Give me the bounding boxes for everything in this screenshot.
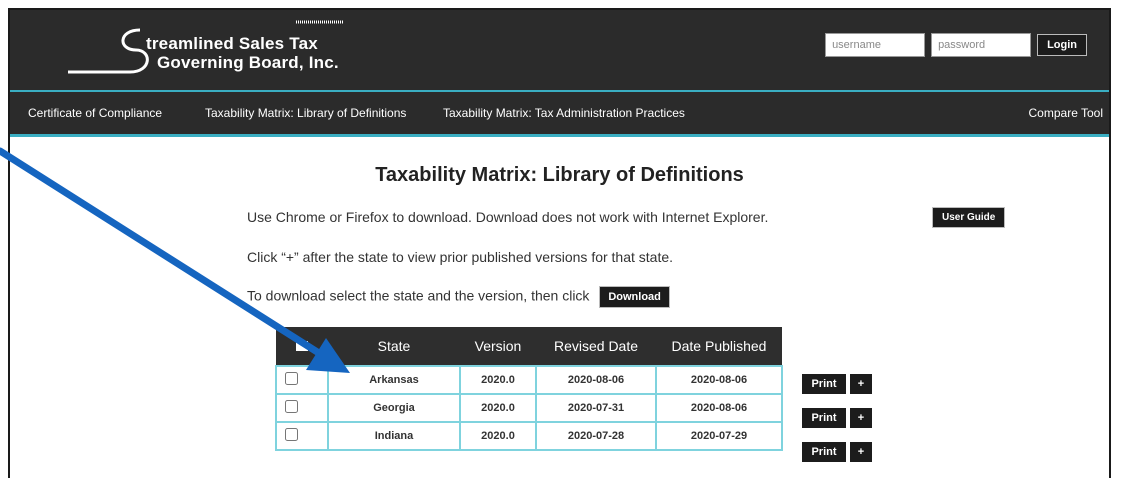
site-header: treamlined Sales Tax Governing Board, In… [10,10,1109,90]
expand-versions-button[interactable]: + [850,442,872,462]
select-all-header[interactable] [276,327,328,366]
cell-revised-date: 2020-07-31 [535,393,657,423]
row-checkbox[interactable] [284,400,298,413]
nav-tax-administration-practices[interactable]: Taxability Matrix: Tax Administration Pr… [443,106,685,120]
main-nav: Certificate of Compliance Taxability Mat… [10,90,1109,137]
logo-line-2: Governing Board, Inc. [157,53,339,72]
download-button[interactable]: Download [599,286,670,308]
cell-version: 2020.0 [459,421,537,451]
header-date-published: Date Published [656,327,782,366]
row-actions: Print + [802,408,872,428]
print-button[interactable]: Print [802,374,846,394]
password-input[interactable] [931,33,1032,57]
cell-revised-date: 2020-08-06 [535,365,657,395]
cell-version: 2020.0 [459,393,537,423]
expand-versions-button[interactable]: + [850,408,872,428]
page-title: Taxability Matrix: Library of Definition… [375,164,744,186]
row-checkbox-cell [275,393,329,423]
row-actions: Print + [802,442,872,462]
plus-note: Click “+” after the state to view prior … [247,249,674,265]
expand-versions-button[interactable]: + [850,374,872,394]
cell-state: Arkansas [327,365,461,395]
user-guide-button[interactable]: User Guide [932,207,1006,228]
browser-note: Use Chrome or Firefox to download. Downl… [247,209,769,225]
row-actions: Print + [802,374,872,394]
cell-version: 2020.0 [459,365,537,395]
cell-revised-date: 2020-07-28 [535,421,657,451]
print-button[interactable]: Print [802,442,846,462]
sst-logo[interactable]: treamlined Sales Tax Governing Board, In… [48,18,388,80]
cell-date-published: 2020-07-29 [655,421,783,451]
download-note: To download select the state and the ver… [247,286,670,308]
table-header-row: State Version Revised Date Date Publishe… [276,327,782,366]
logo-text: treamlined Sales Tax Governing Board, In… [146,34,339,72]
select-all-icon[interactable] [296,341,308,351]
table-row: Arkansas 2020.0 2020-08-06 2020-08-06 [275,365,783,395]
download-note-text: To download select the state and the ver… [247,287,590,304]
header-revised-date: Revised Date [536,327,656,366]
row-checkbox[interactable] [284,372,298,385]
cell-date-published: 2020-08-06 [655,365,783,395]
login-button[interactable]: Login [1037,34,1087,56]
page-frame: treamlined Sales Tax Governing Board, In… [8,8,1111,480]
print-button[interactable]: Print [802,408,846,428]
logo-line-1: treamlined Sales Tax [146,34,318,53]
table-row: Georgia 2020.0 2020-07-31 2020-08-06 [275,393,783,423]
cell-date-published: 2020-08-06 [655,393,783,423]
matrix-table: State Version Revised Date Date Publishe… [275,327,783,451]
header-version: Version [460,327,536,366]
login-form: Login [825,33,1087,57]
header-state: State [328,327,460,366]
row-checkbox-cell [275,365,329,395]
nav-library-of-definitions[interactable]: Taxability Matrix: Library of Definition… [205,106,406,120]
nav-certificate-of-compliance[interactable]: Certificate of Compliance [28,106,162,120]
cell-state: Indiana [327,421,461,451]
username-input[interactable] [825,33,926,57]
nav-compare-tool[interactable]: Compare Tool [1029,106,1103,120]
row-checkbox-cell [275,421,329,451]
cell-state: Georgia [327,393,461,423]
table-row: Indiana 2020.0 2020-07-28 2020-07-29 [275,421,783,451]
main-content: Taxability Matrix: Library of Definition… [10,137,1109,480]
row-checkbox[interactable] [284,428,298,441]
